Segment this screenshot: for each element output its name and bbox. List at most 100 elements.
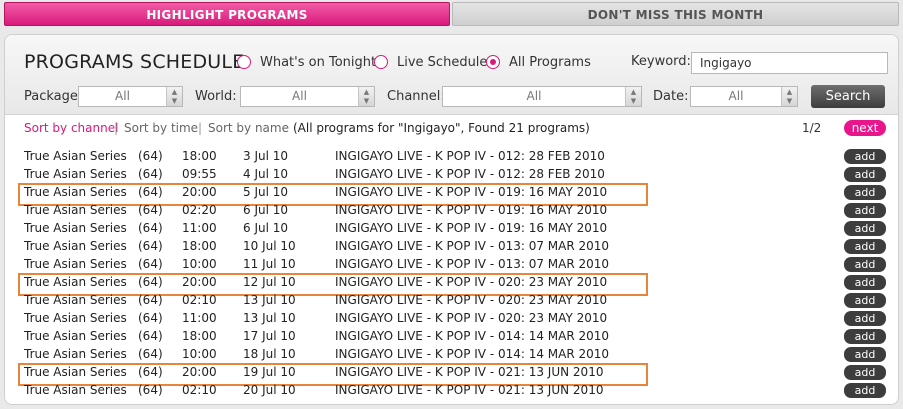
world-select[interactable]: All ▲ ▼ bbox=[240, 86, 375, 107]
channel-cell: True Asian Series bbox=[24, 293, 127, 307]
table-row: True Asian Series (64) 11:00 13 Jul 10 INGIG… bbox=[5, 309, 898, 327]
add-button[interactable]: add bbox=[844, 311, 886, 326]
program-title-cell: INGIGAYO LIVE - K POP IV - 013: 07 MAR 2… bbox=[335, 239, 610, 253]
sort-by-channel-link[interactable]: Sort by channel bbox=[24, 121, 118, 135]
channel-cell: True Asian Series bbox=[24, 311, 127, 325]
add-button[interactable]: add bbox=[844, 221, 886, 236]
channel-cell: True Asian Series bbox=[24, 203, 127, 217]
sort-separator: | bbox=[198, 121, 203, 135]
channel-cell: True Asian Series bbox=[24, 221, 127, 235]
channel-cell: True Asian Series bbox=[24, 365, 127, 379]
add-button[interactable]: add bbox=[844, 149, 886, 164]
time-cell: 02:10 bbox=[182, 293, 217, 307]
program-title-cell: INGIGAYO LIVE - K POP IV - 020: 23 MAY 2… bbox=[335, 311, 608, 325]
tab-highlight-programs[interactable]: HIGHLIGHT PROGRAMS bbox=[4, 2, 450, 26]
add-button[interactable]: add bbox=[844, 329, 886, 344]
date-cell: 12 Jul 10 bbox=[243, 275, 296, 289]
time-cell: 10:00 bbox=[182, 257, 217, 271]
channel-cell: True Asian Series bbox=[24, 275, 127, 289]
keyword-label: Keyword: bbox=[631, 54, 691, 69]
channel-cell: True Asian Series bbox=[24, 347, 127, 361]
tab-bar: HIGHLIGHT PROGRAMS DON'T MISS THIS MONTH bbox=[0, 0, 903, 28]
program-title-cell: INGIGAYO LIVE - K POP IV - 012: 28 FEB 2… bbox=[335, 167, 605, 181]
channel-number-cell: (64) bbox=[138, 257, 163, 271]
time-cell: 11:00 bbox=[182, 221, 217, 235]
radio-live-schedule[interactable]: Live Schedule bbox=[374, 53, 487, 71]
table-row: True Asian Series (64) 02:20 6 Jul 10 INGIGA… bbox=[5, 201, 898, 219]
select-arrows-icon: ▲ ▼ bbox=[781, 87, 797, 106]
next-page-button[interactable]: next bbox=[844, 120, 886, 136]
time-cell: 10:00 bbox=[182, 347, 217, 361]
program-title-cell: INGIGAYO LIVE - K POP IV - 019: 16 MAY 2… bbox=[335, 221, 608, 235]
table-row: True Asian Series (64) 18:00 10 Jul 10 INGIG… bbox=[5, 237, 898, 255]
table-row: True Asian Series (64) 20:00 12 Jul 10 INGIG… bbox=[5, 273, 898, 296]
add-button[interactable]: add bbox=[844, 365, 886, 380]
package-select[interactable]: All ▲ ▼ bbox=[78, 86, 183, 107]
add-button[interactable]: add bbox=[844, 167, 886, 182]
filter-area: PROGRAMS SCHEDULE What's on Tonight Live… bbox=[5, 35, 898, 115]
time-cell: 09:55 bbox=[182, 167, 217, 181]
radio-circle-icon bbox=[374, 55, 388, 69]
world-label: World: bbox=[195, 89, 237, 104]
date-cell: 13 Jul 10 bbox=[243, 293, 296, 307]
sort-bar: Sort by channel | Sort by time | Sort by… bbox=[5, 120, 898, 139]
radio-all-programs[interactable]: All Programs bbox=[486, 53, 591, 71]
time-cell: 11:00 bbox=[182, 311, 217, 325]
package-value: All bbox=[115, 89, 130, 103]
sort-dash: - bbox=[283, 121, 288, 135]
select-arrows-icon: ▲ ▼ bbox=[625, 87, 641, 106]
search-button[interactable]: Search bbox=[811, 85, 885, 108]
radio-circle-icon bbox=[237, 55, 251, 69]
channel-number-cell: (64) bbox=[138, 167, 163, 181]
add-button[interactable]: add bbox=[844, 383, 886, 398]
radio-checked-icon bbox=[486, 55, 500, 69]
channel-number-cell: (64) bbox=[138, 149, 163, 163]
sort-by-time-link[interactable]: Sort by time bbox=[124, 121, 198, 135]
radio-label: All Programs bbox=[509, 54, 591, 70]
date-cell: 20 Jul 10 bbox=[243, 383, 296, 397]
add-button[interactable]: add bbox=[844, 293, 886, 308]
channel-cell: True Asian Series bbox=[24, 257, 127, 271]
keyword-input[interactable]: Ingigayo bbox=[691, 52, 888, 74]
channel-label: Channel: bbox=[387, 89, 445, 104]
program-title-cell: INGIGAYO LIVE - K POP IV - 020: 23 MAY 2… bbox=[335, 293, 608, 307]
table-row: True Asian Series (64) 10:00 18 Jul 10 INGIG… bbox=[5, 345, 898, 363]
date-cell: 17 Jul 10 bbox=[243, 329, 296, 343]
add-button[interactable]: add bbox=[844, 275, 886, 290]
channel-cell: True Asian Series bbox=[24, 329, 127, 343]
channel-select[interactable]: All ▲ ▼ bbox=[442, 86, 642, 107]
channel-number-cell: (64) bbox=[138, 239, 163, 253]
time-cell: 20:00 bbox=[182, 185, 217, 199]
table-row: True Asian Series (64) 02:10 20 Jul 10 INGIG… bbox=[5, 381, 898, 399]
date-cell: 13 Jul 10 bbox=[243, 311, 296, 325]
add-button[interactable]: add bbox=[844, 239, 886, 254]
channel-cell: True Asian Series bbox=[24, 149, 127, 163]
channel-number-cell: (64) bbox=[138, 185, 163, 199]
add-button[interactable]: add bbox=[844, 347, 886, 362]
sort-separator: | bbox=[114, 121, 119, 135]
channel-number-cell: (64) bbox=[138, 293, 163, 307]
time-cell: 20:00 bbox=[182, 275, 217, 289]
date-select[interactable]: All ▲ ▼ bbox=[690, 86, 798, 107]
tab-dont-miss-this-month[interactable]: DON'T MISS THIS MONTH bbox=[452, 2, 899, 26]
channel-number-cell: (64) bbox=[138, 275, 163, 289]
schedule-panel: PROGRAMS SCHEDULE What's on Tonight Live… bbox=[4, 34, 899, 405]
sort-by-name-link[interactable]: Sort by name bbox=[208, 121, 289, 135]
add-button[interactable]: add bbox=[844, 185, 886, 200]
date-cell: 4 Jul 10 bbox=[243, 167, 289, 181]
program-title-cell: INGIGAYO LIVE - K POP IV - 014: 14 MAR 2… bbox=[335, 329, 610, 343]
result-summary: (All programs for "Ingigayo", Found 21 p… bbox=[293, 121, 590, 135]
select-arrows-icon: ▲ ▼ bbox=[166, 87, 182, 106]
channel-number-cell: (64) bbox=[138, 203, 163, 217]
date-cell: 18 Jul 10 bbox=[243, 347, 296, 361]
radio-whats-on-tonight[interactable]: What's on Tonight bbox=[237, 53, 376, 71]
date-value: All bbox=[728, 89, 744, 103]
channel-number-cell: (64) bbox=[138, 347, 163, 361]
channel-number-cell: (64) bbox=[138, 365, 163, 379]
date-cell: 10 Jul 10 bbox=[243, 239, 296, 253]
add-button[interactable]: add bbox=[844, 203, 886, 218]
table-row: True Asian Series (64) 20:00 19 Jul 10 INGIG… bbox=[5, 363, 898, 386]
program-title-cell: INGIGAYO LIVE - K POP IV - 012: 28 FEB 2… bbox=[335, 149, 605, 163]
add-button[interactable]: add bbox=[844, 257, 886, 272]
channel-number-cell: (64) bbox=[138, 329, 163, 343]
